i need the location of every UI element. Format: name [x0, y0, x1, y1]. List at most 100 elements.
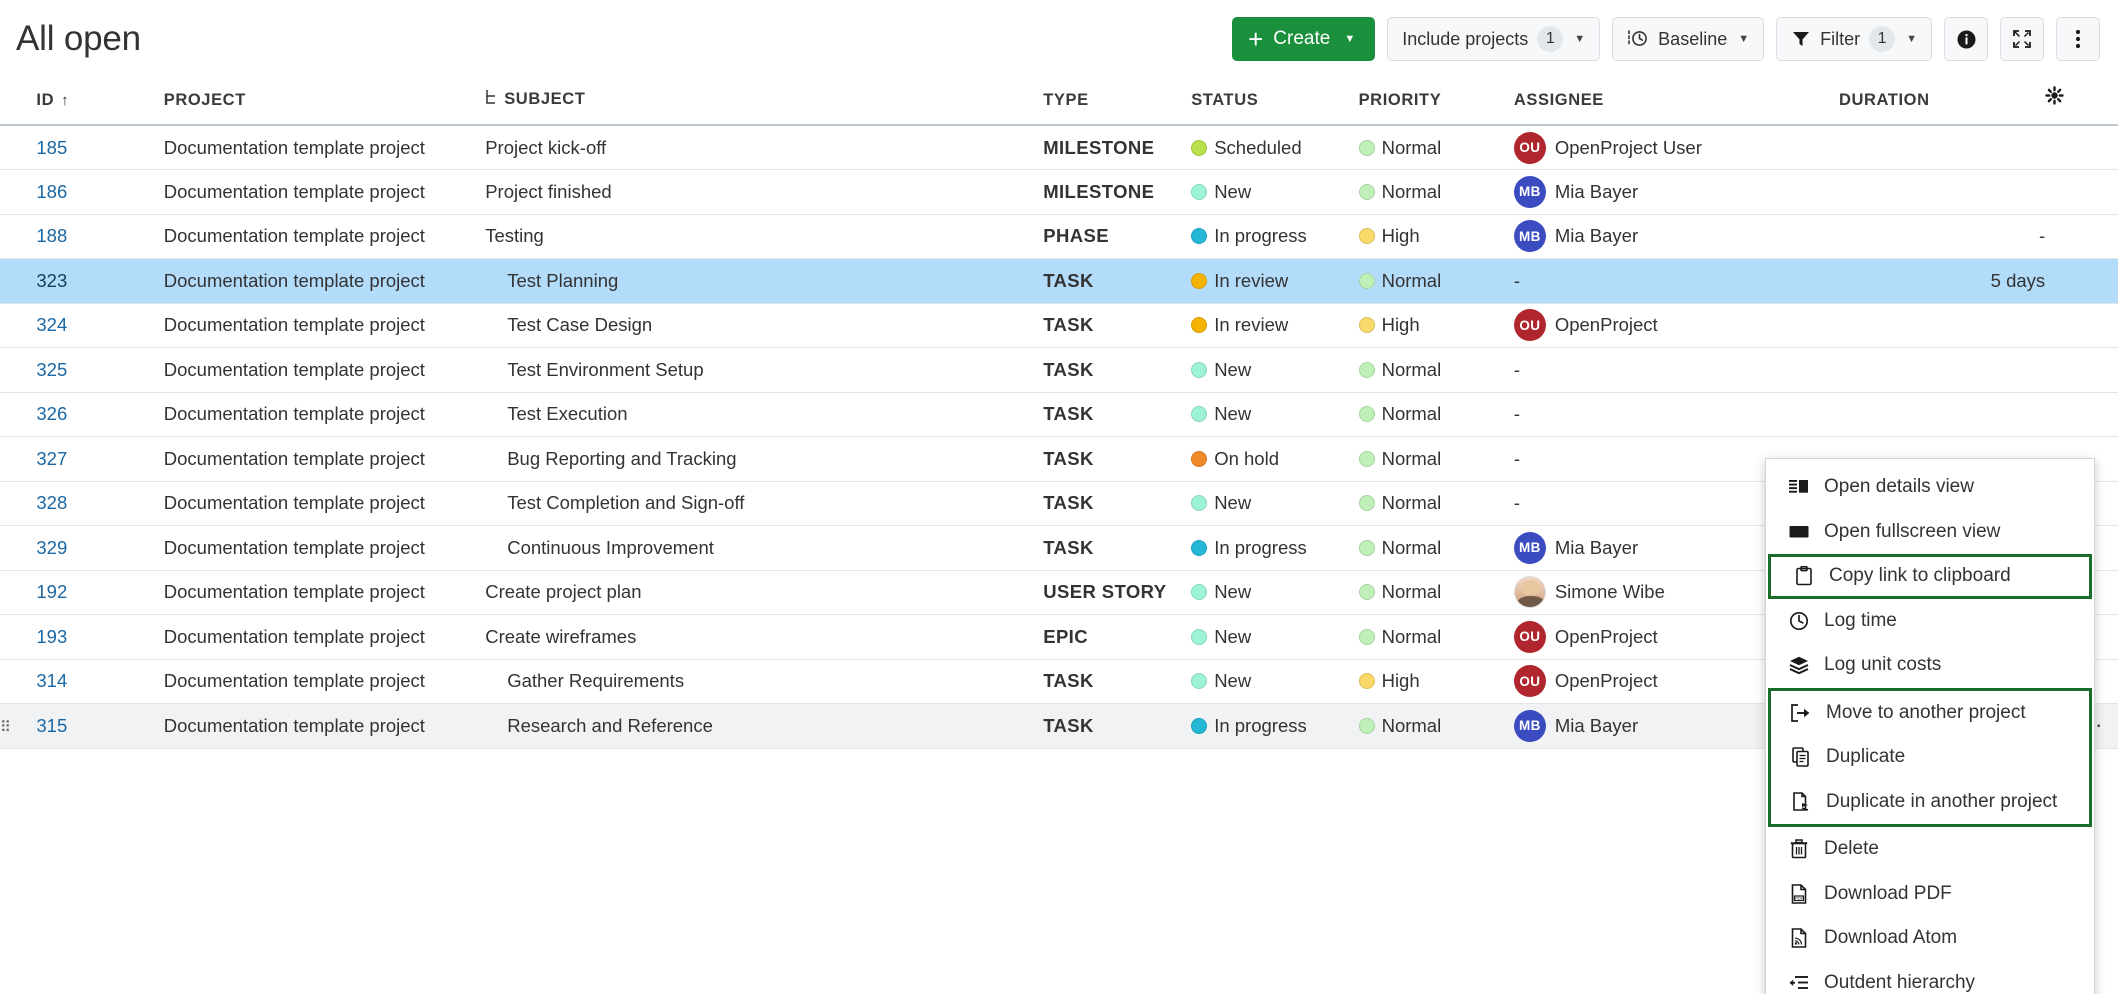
work-package-id-link[interactable]: 192	[36, 581, 67, 602]
table-row[interactable]: 326Documentation template projectTest Ex…	[0, 392, 2118, 437]
cell-priority[interactable]: Normal	[1359, 170, 1514, 215]
column-header-assignee[interactable]: ASSIGNEE	[1514, 78, 1839, 125]
cell-priority[interactable]: Normal	[1359, 348, 1514, 393]
cell-subject[interactable]: Project kick-off	[485, 125, 1043, 170]
column-header-project[interactable]: PROJECT	[164, 78, 485, 125]
fullscreen-button[interactable]	[2000, 17, 2044, 61]
cell-status[interactable]: New	[1191, 392, 1358, 437]
context-menu-item[interactable]: Open fullscreen view	[1766, 510, 2094, 555]
cell-status[interactable]: New	[1191, 615, 1358, 660]
context-menu-item[interactable]: Delete	[1766, 827, 2094, 872]
cell-assignee[interactable]: MBMia Bayer	[1514, 170, 1839, 215]
context-menu-item[interactable]: Move to another project	[1771, 691, 2089, 736]
cell-subject[interactable]: Test Planning	[485, 259, 1043, 304]
work-package-id-link[interactable]: 325	[36, 359, 67, 380]
context-menu-item[interactable]: Open details view	[1766, 465, 2094, 510]
cell-duration[interactable]	[1839, 303, 2045, 348]
cell-project[interactable]: Documentation template project	[164, 615, 485, 660]
work-package-id-link[interactable]: 314	[36, 670, 67, 691]
cell-priority[interactable]: Normal	[1359, 125, 1514, 170]
table-row[interactable]: 188Documentation template project⌄Testin…	[0, 214, 2118, 259]
column-header-id[interactable]: ID↑	[36, 78, 163, 125]
cell-project[interactable]: Documentation template project	[164, 214, 485, 259]
context-menu-item[interactable]: Duplicate in another project	[1771, 780, 2089, 825]
include-projects-button[interactable]: Include projects 1 ▼	[1387, 17, 1600, 61]
cell-type[interactable]: PHASE	[1043, 214, 1191, 259]
cell-subject[interactable]: ⌄Create wireframes	[485, 615, 1043, 660]
cell-status[interactable]: In review	[1191, 259, 1358, 304]
table-row[interactable]: 185Documentation template projectProject…	[0, 125, 2118, 170]
cell-type[interactable]: TASK	[1043, 437, 1191, 482]
column-header-subject[interactable]: SUBJECT	[485, 78, 1043, 125]
cell-status[interactable]: Scheduled	[1191, 125, 1358, 170]
baseline-button[interactable]: Baseline ▼	[1612, 17, 1764, 61]
cell-status[interactable]: New	[1191, 481, 1358, 526]
cell-priority[interactable]: Normal	[1359, 437, 1514, 482]
cell-subject[interactable]: Bug Reporting and Tracking	[485, 437, 1043, 482]
cell-subject[interactable]: ⌄Testing	[485, 214, 1043, 259]
column-header-type[interactable]: TYPE	[1043, 78, 1191, 125]
cell-project[interactable]: Documentation template project	[164, 570, 485, 615]
cell-assignee[interactable]: OUOpenProject	[1514, 303, 1839, 348]
cell-priority[interactable]: Normal	[1359, 570, 1514, 615]
cell-subject[interactable]: Create project plan	[485, 570, 1043, 615]
cell-type[interactable]: TASK	[1043, 659, 1191, 704]
column-header-priority[interactable]: PRIORITY	[1359, 78, 1514, 125]
cell-assignee[interactable]: MBMia Bayer	[1514, 214, 1839, 259]
cell-status[interactable]: On hold	[1191, 437, 1358, 482]
cell-priority[interactable]: Normal	[1359, 259, 1514, 304]
cell-project[interactable]: Documentation template project	[164, 437, 485, 482]
info-button[interactable]	[1944, 17, 1988, 61]
cell-priority[interactable]: Normal	[1359, 704, 1514, 749]
work-package-id-link[interactable]: 327	[36, 448, 67, 469]
cell-subject[interactable]: Research and Reference	[485, 704, 1043, 749]
cell-project[interactable]: Documentation template project	[164, 659, 485, 704]
cell-type[interactable]: TASK	[1043, 481, 1191, 526]
context-menu-item[interactable]: Log unit costs	[1766, 643, 2094, 688]
cell-status[interactable]: New	[1191, 659, 1358, 704]
work-package-id-link[interactable]: 186	[36, 181, 67, 202]
cell-duration[interactable]	[1839, 348, 2045, 393]
cell-subject[interactable]: Test Environment Setup	[485, 348, 1043, 393]
cell-project[interactable]: Documentation template project	[164, 303, 485, 348]
cell-duration[interactable]: -	[1839, 214, 2045, 259]
cell-priority[interactable]: High	[1359, 659, 1514, 704]
work-package-id-link[interactable]: 324	[36, 314, 67, 335]
cell-status[interactable]: In review	[1191, 303, 1358, 348]
cell-duration[interactable]	[1839, 125, 2045, 170]
cell-subject[interactable]: Gather Requirements	[485, 659, 1043, 704]
row-context-menu[interactable]: Open details viewOpen fullscreen viewCop…	[1765, 458, 2095, 994]
cell-subject[interactable]: Test Completion and Sign-off	[485, 481, 1043, 526]
context-menu-item[interactable]: Download Atom	[1766, 916, 2094, 961]
cell-priority[interactable]: High	[1359, 214, 1514, 259]
cell-type[interactable]: TASK	[1043, 526, 1191, 571]
cell-project[interactable]: Documentation template project	[164, 170, 485, 215]
cell-priority[interactable]: Normal	[1359, 481, 1514, 526]
context-menu-item[interactable]: Outdent hierarchy	[1766, 961, 2094, 994]
cell-status[interactable]: In progress	[1191, 526, 1358, 571]
cell-status[interactable]: New	[1191, 570, 1358, 615]
cell-duration[interactable]: 5 days	[1839, 259, 2045, 304]
context-menu-item[interactable]: Duplicate	[1771, 735, 2089, 780]
cell-project[interactable]: Documentation template project	[164, 259, 485, 304]
cell-type[interactable]: MILESTONE	[1043, 125, 1191, 170]
work-package-id-link[interactable]: 315	[36, 715, 67, 736]
cell-status[interactable]: In progress	[1191, 704, 1358, 749]
work-package-id-link[interactable]: 193	[36, 626, 67, 647]
context-menu-item[interactable]: Copy link to clipboard	[1771, 557, 2089, 596]
column-settings-button[interactable]	[2045, 78, 2118, 125]
work-package-id-link[interactable]: 326	[36, 403, 67, 424]
cell-priority[interactable]: Normal	[1359, 392, 1514, 437]
table-row[interactable]: 324Documentation template projectTest Ca…	[0, 303, 2118, 348]
work-package-id-link[interactable]: 185	[36, 137, 67, 158]
table-row[interactable]: 325Documentation template projectTest En…	[0, 348, 2118, 393]
cell-type[interactable]: TASK	[1043, 704, 1191, 749]
cell-subject[interactable]: Test Execution	[485, 392, 1043, 437]
cell-assignee[interactable]: -	[1514, 392, 1839, 437]
filter-button[interactable]: Filter 1 ▼	[1776, 17, 1932, 61]
cell-type[interactable]: MILESTONE	[1043, 170, 1191, 215]
cell-type[interactable]: TASK	[1043, 348, 1191, 393]
cell-priority[interactable]: High	[1359, 303, 1514, 348]
cell-type[interactable]: TASK	[1043, 303, 1191, 348]
cell-project[interactable]: Documentation template project	[164, 481, 485, 526]
